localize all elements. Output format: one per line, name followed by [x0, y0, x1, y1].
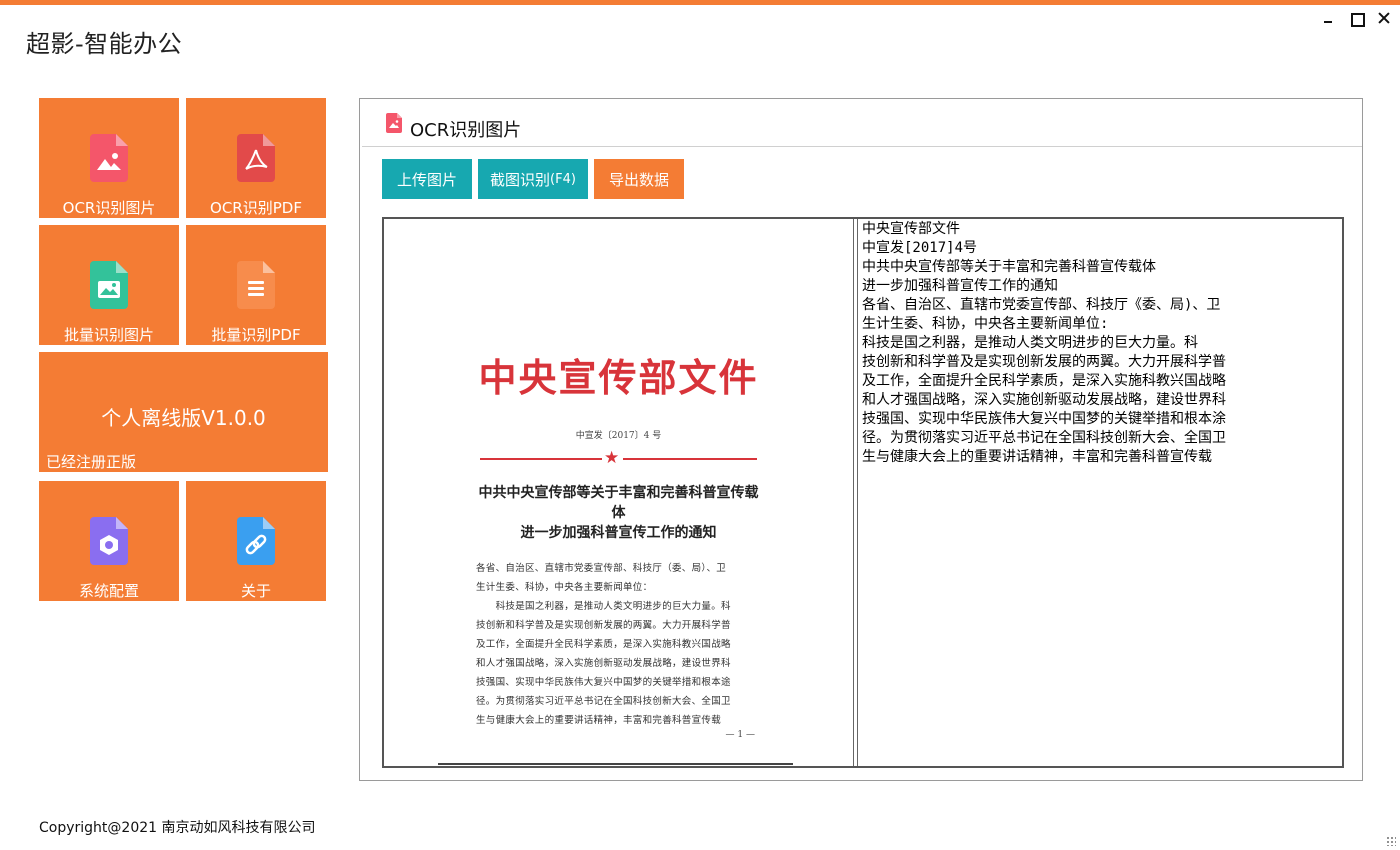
image-file-icon: [90, 134, 128, 182]
tile-batch-pdf[interactable]: 批量识别PDF: [186, 225, 326, 345]
version-tile: 个人离线版V1.0.0 已经注册正版: [39, 352, 328, 472]
export-data-button[interactable]: 导出数据: [594, 159, 684, 199]
ocr-line: 和人才强国战略，深入实施创新驱动发展战略，建设世界科: [862, 392, 1226, 408]
list-file-icon: [237, 261, 275, 309]
ocr-line: 生与健康大会上的重要讲话精神，丰富和完善科普宣传载: [862, 449, 1212, 465]
ocr-line: 中共中央宣传部等关于丰富和完善科普宣传载体: [862, 259, 1156, 275]
shortcut-hint: (F4): [550, 171, 576, 187]
document-line: 和人才强国战略，深入实施创新驱动发展战略，建设世界科: [476, 658, 731, 669]
title-accent-bar: [0, 0, 1400, 5]
tile-label: 关于: [240, 582, 271, 600]
image-file-icon: [386, 113, 402, 133]
tile-settings[interactable]: 系统配置: [39, 481, 179, 601]
pdf-file-icon: [237, 134, 275, 182]
document-line: 技强国、实现中华民族伟大复兴中国梦的关键举措和根本途: [476, 677, 731, 688]
screenshot-ocr-label: 截图识别: [490, 170, 551, 189]
document-line: 生计生委、科协，中央各主要新闻单位：: [476, 582, 653, 593]
pane-splitter[interactable]: [854, 219, 858, 766]
image-batch-icon: [90, 261, 128, 309]
page-number: — 1 —: [725, 730, 755, 740]
document-line: 技创新和科学普及是实现创新发展的两翼。大力开展科学普: [476, 620, 731, 631]
ocr-line: 及工作，全面提升全民科学素质，是深入实施科教兴国战略: [862, 373, 1226, 389]
ocr-line: 径。为贯彻落实习近平总书记在全国科技创新大会、全国卫: [862, 430, 1226, 446]
document-title-line: 中共中央宣传部等关于丰富和完善科普宣传载体: [478, 485, 759, 521]
app-title: 超影-智能办公: [26, 30, 183, 58]
ocr-line: 技创新和科学普及是实现创新发展的两翼。大力开展科学普: [862, 354, 1226, 370]
document-title-line: 进一步加强科普宣传工作的通知: [520, 525, 717, 541]
ocr-panel: OCR识别图片 上传图片 截图识别 (F4) 导出数据 中央宣传部文件 中宣发〔2…: [359, 98, 1363, 781]
tile-about[interactable]: 关于: [186, 481, 326, 601]
panel-title: OCR识别图片: [410, 120, 522, 141]
ocr-line: 中央宣传部文件: [862, 221, 960, 237]
page-bottom-edge: [438, 763, 793, 765]
star-icon: ★: [604, 448, 620, 468]
tile-batch-image[interactable]: 批量识别图片: [39, 225, 179, 345]
panel-header: OCR识别图片: [362, 99, 1362, 147]
tile-label: OCR识别PDF: [210, 199, 302, 217]
document-title: 中共中央宣传部等关于丰富和完善科普宣传载体 进一步加强科普宣传工作的通知: [476, 483, 761, 543]
upload-image-button[interactable]: 上传图片: [382, 159, 472, 199]
maximize-icon[interactable]: [1348, 10, 1365, 27]
document-header: 中央宣传部文件: [478, 355, 759, 400]
ocr-viewer: 中央宣传部文件 中宣发〔2017〕4 号 ★ 中共中央宣传部等关于丰富和完善科普…: [382, 217, 1344, 768]
tile-ocr-image[interactable]: OCR识别图片: [39, 98, 179, 218]
ocr-line: 科技是国之利器，是推动人类文明进步的巨大力量。科: [862, 335, 1198, 351]
link-file-icon: [237, 517, 275, 565]
tile-label: 批量识别PDF: [211, 326, 301, 344]
close-icon[interactable]: [1376, 10, 1392, 26]
ocr-line: 中宣发[2017]4号: [862, 240, 978, 256]
ocr-line: 生计生委、科协，中央各主要新闻单位:: [862, 316, 1109, 332]
document-line: 及工作，全面提升全民科学素质，是深入实施科教兴国战略: [476, 639, 731, 650]
resize-grip-icon[interactable]: [1386, 836, 1396, 846]
ocr-line: 技强国、实现中华民族伟大复兴中国梦的关键举措和根本涂: [862, 411, 1226, 427]
registration-status: 已经注册正版: [46, 453, 137, 471]
document-preview: 中央宣传部文件 中宣发〔2017〕4 号 ★ 中共中央宣传部等关于丰富和完善科普…: [476, 337, 761, 740]
ocr-result-textarea[interactable]: 中央宣传部文件 中宣发[2017]4号 中共中央宣传部等关于丰富和完善科普宣传载…: [859, 219, 1342, 766]
tile-label: 批量识别图片: [63, 326, 154, 344]
settings-file-icon: [90, 517, 128, 565]
copyright-text: Copyright@2021 南京动如风科技有限公司: [39, 820, 316, 836]
tile-label: OCR识别图片: [62, 199, 156, 217]
document-line: 生与健康大会上的重要讲话精神，丰富和完善科普宣传载: [476, 715, 722, 726]
ocr-line: 各省、自治区、直辖市党委宣传部、科技厅《委、局)、卫: [862, 297, 1221, 313]
screenshot-ocr-button[interactable]: 截图识别 (F4): [478, 159, 588, 199]
ocr-line: 进一步加强科普宣传工作的通知: [862, 278, 1058, 294]
source-image-pane[interactable]: 中央宣传部文件 中宣发〔2017〕4 号 ★ 中共中央宣传部等关于丰富和完善科普…: [384, 219, 854, 766]
document-number: 中宣发〔2017〕4 号: [575, 431, 662, 441]
tile-ocr-pdf[interactable]: OCR识别PDF: [186, 98, 326, 218]
document-body: 各省、自治区、直辖市党委宣传部、科技厅（委、局）、卫 生计生委、科协，中央各主要…: [476, 559, 761, 730]
tile-label: 系统配置: [78, 582, 139, 600]
upload-image-label: 上传图片: [396, 170, 457, 189]
minimize-icon[interactable]: [1320, 10, 1336, 26]
document-line: 各省、自治区、直辖市党委宣传部、科技厅（委、局）、卫: [476, 563, 727, 574]
red-divider: ★: [476, 448, 761, 468]
window-controls: [1320, 10, 1392, 27]
document-line: 径。为贯彻落实习近平总书记在全国科技创新大会、全国卫: [476, 696, 731, 707]
version-label: 个人离线版V1.0.0: [101, 406, 266, 430]
export-data-label: 导出数据: [608, 170, 669, 189]
document-line: 科技是国之利器，是推动人类文明进步的巨大力量。科: [476, 601, 731, 612]
